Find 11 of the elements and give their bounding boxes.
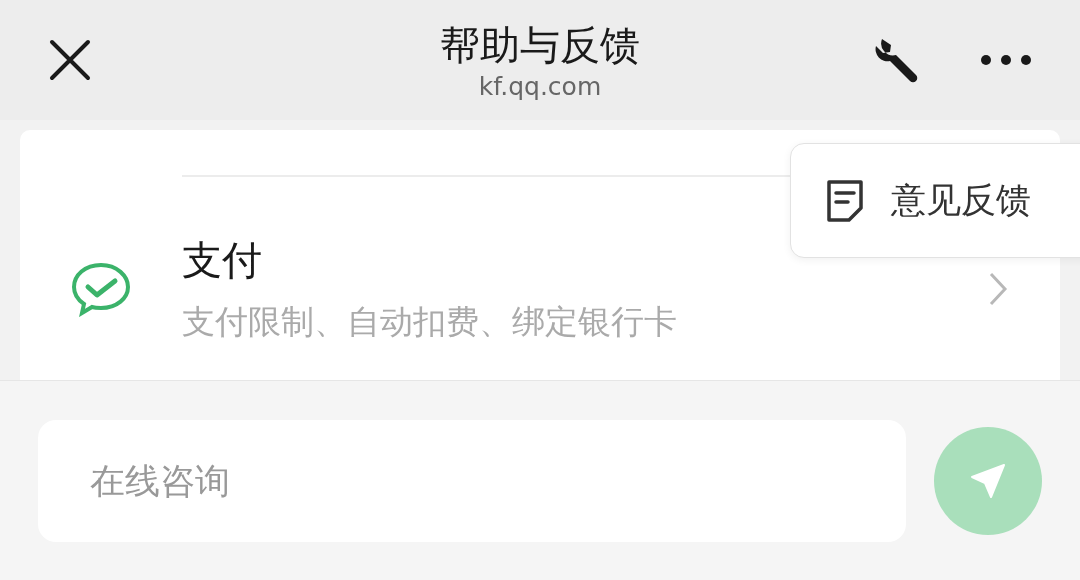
chat-check-icon: [70, 261, 132, 317]
message-field[interactable]: 在线咨询: [38, 419, 906, 542]
item-title: 支付: [182, 236, 263, 285]
item-description: 支付限制、自动扣费、绑定银行卡: [182, 301, 678, 343]
page-url: kf.qq.com: [478, 71, 602, 103]
chevron-icon: [988, 271, 1008, 307]
page-title: 帮助与反馈: [440, 21, 640, 70]
more-icon[interactable]: [980, 54, 1032, 66]
close-button[interactable]: [48, 38, 92, 82]
menu-item[interactable]: 意见反馈: [791, 177, 1031, 224]
document-icon: [825, 177, 865, 224]
